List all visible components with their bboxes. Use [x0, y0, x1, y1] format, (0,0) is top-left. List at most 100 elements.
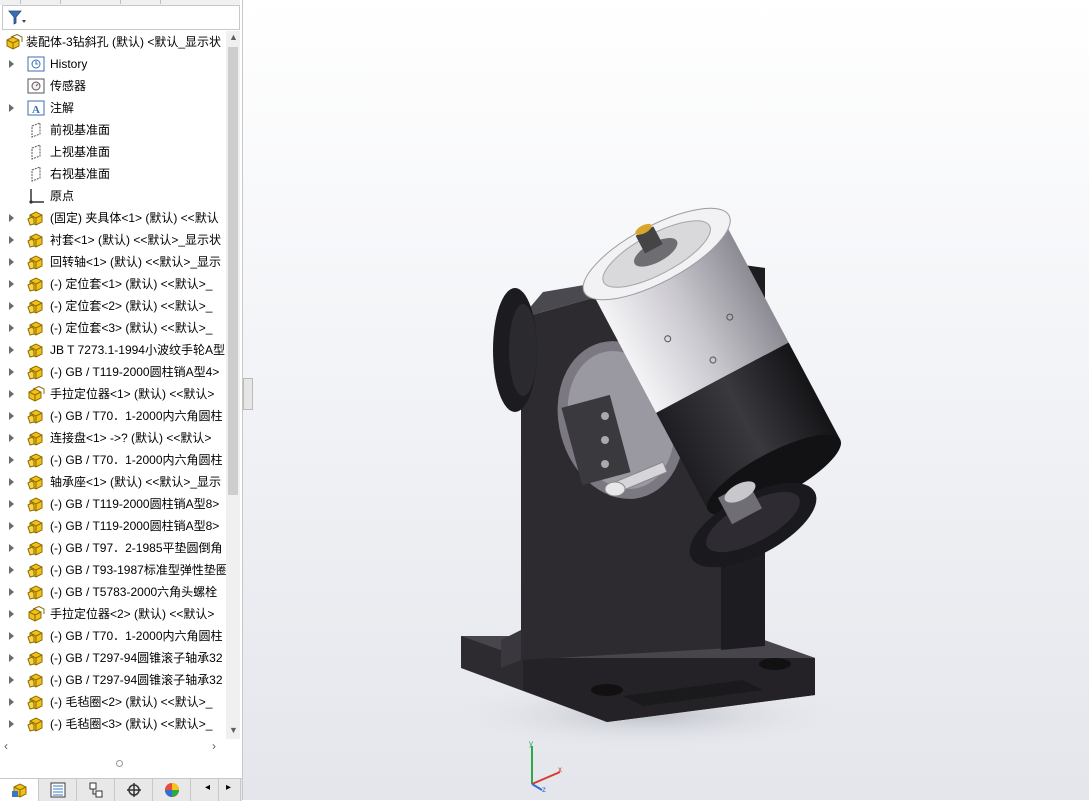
- tab-scroll-left[interactable]: ◂: [200, 779, 219, 801]
- expand-arrow-icon[interactable]: [9, 720, 14, 728]
- tree-item[interactable]: 手拉定位器<2> (默认) <<默认>: [0, 603, 226, 625]
- scrollbar-thumb[interactable]: [228, 47, 238, 495]
- tree-item[interactable]: 上视基准面: [0, 141, 226, 163]
- feature-manager-tab[interactable]: [0, 779, 39, 801]
- expand-arrow-icon[interactable]: [9, 698, 14, 706]
- plane-icon: [27, 166, 45, 182]
- tree-item-label: (-) 毛毡圈<3> (默认) <<默认>_: [50, 717, 213, 731]
- expand-arrow-icon[interactable]: [9, 412, 14, 420]
- expand-arrow-icon[interactable]: [9, 456, 14, 464]
- graphics-area[interactable]: y x z: [243, 0, 1089, 800]
- expand-arrow-icon[interactable]: [9, 434, 14, 442]
- tree-item[interactable]: (-) GB / T97．2-1985平垫圆倒角: [0, 537, 226, 559]
- scroll-right-icon[interactable]: ›: [212, 739, 216, 753]
- tree-item[interactable]: 原点: [0, 185, 226, 207]
- scroll-left-icon[interactable]: ‹: [4, 739, 8, 753]
- expand-arrow-icon[interactable]: [9, 676, 14, 684]
- feature-filter-bar[interactable]: [2, 5, 240, 30]
- assembly-model[interactable]: [243, 0, 1089, 800]
- scroll-down-icon[interactable]: ▼: [229, 725, 238, 735]
- configuration-manager-tab[interactable]: [76, 779, 115, 801]
- tree-item[interactable]: 手拉定位器<1> (默认) <<默认>: [0, 383, 226, 405]
- crosshair-icon: [127, 783, 141, 797]
- tree-item[interactable]: 连接盘<1> ->? (默认) <<默认>: [0, 427, 226, 449]
- expand-arrow-icon[interactable]: [9, 346, 14, 354]
- tree-item[interactable]: 轴承座<1> (默认) <<默认>_显示: [0, 471, 226, 493]
- expand-arrow-icon[interactable]: [9, 632, 14, 640]
- tree-item[interactable]: A 注解: [0, 97, 226, 119]
- property-list-icon: [50, 782, 66, 798]
- tree-item[interactable]: 右视基准面: [0, 163, 226, 185]
- tree-root-assembly[interactable]: 装配体-3钻斜孔 (默认) <默认_显示状: [0, 31, 226, 53]
- tree-item[interactable]: 衬套<1> (默认) <<默认>_显示状: [0, 229, 226, 251]
- triad-z-label: z: [542, 785, 546, 794]
- tree-item[interactable]: (-) 定位套<2> (默认) <<默认>_: [0, 295, 226, 317]
- tree-item-label: (-) GB / T119-2000圆柱销A型4>: [50, 365, 220, 379]
- tab-scroll-right[interactable]: ▸: [220, 779, 241, 801]
- part-icon: [27, 276, 45, 292]
- tab-left-arrow-icon[interactable]: ◂: [205, 782, 210, 793]
- display-manager-tab[interactable]: [152, 779, 191, 801]
- sensor-icon: [27, 78, 45, 94]
- tree-item[interactable]: (-) GB / T5783-2000六角头螺栓: [0, 581, 226, 603]
- expand-arrow-icon[interactable]: [9, 324, 14, 332]
- expand-arrow-icon[interactable]: [9, 544, 14, 552]
- expand-arrow-icon[interactable]: [9, 368, 14, 376]
- dimxpert-tab[interactable]: [114, 779, 153, 801]
- tab-right-arrow-icon[interactable]: ▸: [226, 782, 231, 793]
- tree-item[interactable]: (-) GB / T93-1987标准型弹性垫圈: [0, 559, 226, 581]
- tree-item-label: 原点: [50, 189, 75, 203]
- expand-arrow-icon[interactable]: [9, 522, 14, 530]
- expand-arrow-icon[interactable]: [9, 654, 14, 662]
- expand-arrow-icon[interactable]: [9, 588, 14, 596]
- expand-arrow-icon[interactable]: [9, 104, 14, 112]
- tree-item[interactable]: (-) GB / T119-2000圆柱销A型8>: [0, 493, 226, 515]
- expand-arrow-icon[interactable]: [9, 390, 14, 398]
- part-icon: [27, 342, 45, 358]
- expand-arrow-icon[interactable]: [9, 214, 14, 222]
- part-icon: [27, 694, 45, 710]
- tree-item[interactable]: (-) 定位套<1> (默认) <<默认>_: [0, 273, 226, 295]
- tree-item[interactable]: 前视基准面: [0, 119, 226, 141]
- expand-arrow-icon[interactable]: [9, 60, 14, 68]
- tree-item[interactable]: (-) 定位套<3> (默认) <<默认>_: [0, 317, 226, 339]
- tree-item-label: (-) GB / T70．1-2000内六角圆柱: [50, 453, 223, 467]
- tree-item[interactable]: (-) GB / T70．1-2000内六角圆柱: [0, 625, 226, 647]
- filter-icon[interactable]: [7, 9, 27, 27]
- tree-item[interactable]: (-) GB / T297-94圆锥滚子轴承32: [0, 669, 226, 691]
- part-icon: [27, 584, 45, 600]
- tree-vertical-scrollbar[interactable]: ▲ ▼: [226, 31, 240, 739]
- expand-arrow-icon[interactable]: [9, 478, 14, 486]
- expand-arrow-icon[interactable]: [9, 258, 14, 266]
- tree-item[interactable]: (-) GB / T70．1-2000内六角圆柱: [0, 449, 226, 471]
- expand-arrow-icon[interactable]: [9, 566, 14, 574]
- tree-item-label: (-) 定位套<2> (默认) <<默认>_: [50, 299, 213, 313]
- tree-item-label: 传感器: [50, 79, 87, 93]
- tree-item[interactable]: (-) 毛毡圈<3> (默认) <<默认>_: [0, 713, 226, 735]
- property-manager-tab[interactable]: [38, 779, 77, 801]
- tree-horizontal-scrollbar[interactable]: ‹ ›: [0, 739, 226, 756]
- feature-manager-panel: 装配体-3钻斜孔 (默认) <默认_显示状 History 传感器 A 注解前视基准面上…: [0, 0, 243, 801]
- expand-arrow-icon[interactable]: [9, 236, 14, 244]
- tree-item-label: 前视基准面: [50, 123, 111, 137]
- tree-item-label: (-) GB / T119-2000圆柱销A型8>: [50, 519, 220, 533]
- expand-arrow-icon[interactable]: [9, 500, 14, 508]
- tree-item[interactable]: (-) GB / T297-94圆锥滚子轴承32: [0, 647, 226, 669]
- tree-item[interactable]: History: [0, 53, 226, 75]
- tree-item[interactable]: (-) GB / T119-2000圆柱销A型8>: [0, 515, 226, 537]
- expand-arrow-icon[interactable]: [9, 280, 14, 288]
- tree-item[interactable]: 回转轴<1> (默认) <<默认>_显示: [0, 251, 226, 273]
- tree-item-label: (-) GB / T5783-2000六角头螺栓: [50, 585, 218, 599]
- scroll-up-icon[interactable]: ▲: [229, 32, 238, 42]
- expand-arrow-icon[interactable]: [9, 610, 14, 618]
- part-icon: [27, 320, 45, 336]
- manager-tabs: ◂ ▸: [0, 778, 242, 801]
- tree-item[interactable]: (固定) 夹具体<1> (默认) <<默认: [0, 207, 226, 229]
- tree-item[interactable]: JB T 7273.1-1994小波纹手轮A型: [0, 339, 226, 361]
- expand-arrow-icon[interactable]: [9, 302, 14, 310]
- tree-item[interactable]: (-) 毛毡圈<2> (默认) <<默认>_: [0, 691, 226, 713]
- tree-item[interactable]: (-) GB / T119-2000圆柱销A型4>: [0, 361, 226, 383]
- panel-splitter-handle[interactable]: [116, 760, 123, 767]
- tree-item[interactable]: 传感器: [0, 75, 226, 97]
- tree-item[interactable]: (-) GB / T70．1-2000内六角圆柱: [0, 405, 226, 427]
